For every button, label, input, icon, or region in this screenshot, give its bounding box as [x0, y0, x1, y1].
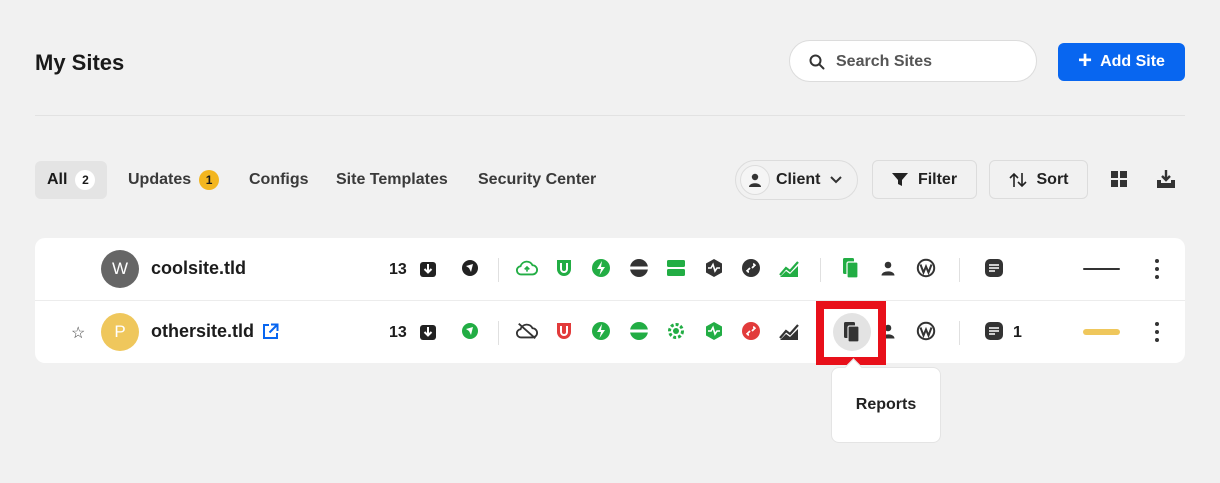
tab-configs-label: Configs	[249, 171, 309, 188]
wordpress-icon[interactable]	[915, 320, 937, 342]
export-icon[interactable]	[1155, 168, 1177, 190]
sort-icon	[1008, 172, 1027, 187]
plus-icon: +	[1078, 46, 1093, 74]
site-avatar: W	[101, 250, 139, 288]
filter-label: Filter	[917, 170, 958, 188]
search-input[interactable]	[834, 50, 1028, 74]
site-avatar-initial: P	[114, 322, 126, 341]
security-shield-icon[interactable]	[703, 257, 725, 279]
tooltip-text: Reports	[855, 396, 917, 413]
sort-label: Sort	[1036, 170, 1069, 188]
reports-tooltip: Reports	[831, 367, 941, 443]
site-name-text: coolsite.tld	[151, 258, 247, 278]
wordpress-icon[interactable]	[915, 257, 937, 279]
grid-view-icon[interactable]	[1108, 168, 1130, 190]
notes-icon[interactable]	[983, 320, 1005, 342]
broken-links-icon[interactable]	[740, 320, 762, 342]
tab-security-center-label: Security Center	[478, 171, 597, 188]
highlight-box	[816, 301, 886, 365]
uptime-magnet-icon[interactable]	[553, 320, 575, 342]
status-bar	[1083, 268, 1120, 270]
separator	[498, 258, 499, 282]
tab-security-center[interactable]: Security Center	[478, 161, 596, 199]
chevron-down-icon	[830, 176, 843, 184]
theme-icon[interactable]	[459, 257, 481, 279]
tab-updates-count: 1	[199, 170, 220, 190]
site-row[interactable]: ☆ P othersite.tld 13 1	[35, 301, 1185, 363]
download-updates-icon[interactable]	[417, 257, 439, 279]
site-row[interactable]: W coolsite.tld 13	[35, 238, 1185, 301]
database-icon[interactable]	[628, 257, 650, 279]
sites-list: W coolsite.tld 13 ☆ P othersite.tld 13 1	[35, 238, 1185, 363]
backup-cloud-icon[interactable]	[516, 257, 538, 279]
tab-site-templates-label: Site Templates	[336, 171, 448, 188]
performance-icon[interactable]	[590, 320, 612, 342]
analytics-icon[interactable]	[778, 257, 800, 279]
site-name[interactable]: coolsite.tld	[151, 258, 246, 279]
site-avatar: P	[101, 313, 139, 351]
header-divider	[35, 115, 1185, 116]
notes-icon[interactable]	[983, 257, 1005, 279]
reports-icon[interactable]	[840, 257, 862, 279]
add-site-label: Add Site	[1100, 53, 1165, 70]
client-dropdown[interactable]: Client	[735, 160, 858, 200]
separator	[498, 321, 499, 345]
more-options-icon[interactable]	[1154, 259, 1160, 279]
filter-button[interactable]: Filter	[872, 160, 977, 199]
site-avatar-initial: W	[111, 259, 129, 278]
add-site-button[interactable]: + Add Site	[1058, 43, 1185, 81]
download-updates-icon[interactable]	[417, 320, 439, 342]
performance-icon[interactable]	[590, 257, 612, 279]
external-link-icon[interactable]	[262, 323, 279, 340]
broken-links-icon[interactable]	[740, 257, 762, 279]
hosting-server-icon[interactable]	[665, 257, 687, 279]
search-box[interactable]	[789, 40, 1037, 82]
backup-cloud-off-icon[interactable]	[516, 320, 538, 342]
site-name[interactable]: othersite.tld	[151, 321, 279, 342]
client-label: Client	[776, 171, 821, 188]
database-icon[interactable]	[628, 320, 650, 342]
site-name-text: othersite.tld	[151, 321, 255, 341]
separator	[820, 258, 821, 282]
tab-site-templates[interactable]: Site Templates	[336, 161, 448, 199]
uptime-magnet-icon[interactable]	[553, 257, 575, 279]
client-avatar-icon	[740, 165, 770, 195]
client-user-icon[interactable]	[877, 257, 899, 279]
search-icon	[809, 54, 825, 70]
theme-icon[interactable]	[459, 320, 481, 342]
page-title: My Sites	[35, 50, 125, 75]
hosting-gear-icon[interactable]	[665, 320, 687, 342]
favorite-star-icon[interactable]: ☆	[71, 323, 85, 343]
updates-count: 13	[389, 261, 407, 278]
more-options-icon[interactable]	[1154, 322, 1160, 342]
notes-count: 1	[1013, 324, 1022, 341]
tab-all-label: All	[47, 171, 68, 188]
tab-updates[interactable]: Updates 1	[128, 161, 220, 199]
analytics-icon[interactable]	[778, 320, 800, 342]
tab-all-count: 2	[75, 170, 96, 190]
sort-button[interactable]: Sort	[989, 160, 1088, 199]
status-bar	[1083, 329, 1120, 335]
updates-count: 13	[389, 324, 407, 341]
tab-all[interactable]: All 2	[35, 161, 108, 199]
filter-icon	[891, 172, 908, 186]
separator	[959, 321, 960, 345]
separator	[959, 258, 960, 282]
tab-configs[interactable]: Configs	[249, 161, 309, 199]
security-shield-icon[interactable]	[703, 320, 725, 342]
tab-updates-label: Updates	[128, 171, 192, 188]
